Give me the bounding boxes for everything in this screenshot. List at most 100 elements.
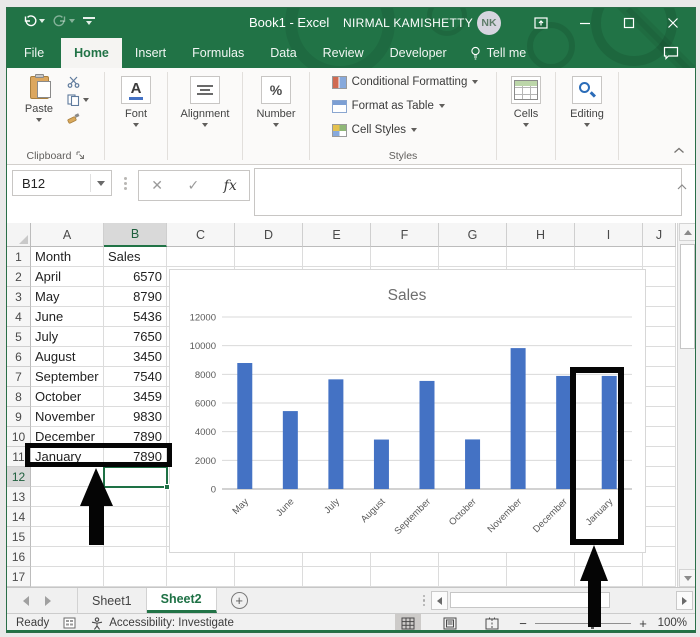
cell-B6[interactable]: 3450 [104, 347, 167, 367]
accessibility-checker-button[interactable]: Accessibility: Investigate [90, 616, 234, 630]
cell-A14[interactable] [31, 507, 104, 527]
cell-A16[interactable] [31, 547, 104, 567]
cell-J4[interactable] [643, 307, 676, 327]
column-header-J[interactable]: J [643, 223, 676, 247]
row-header-4[interactable]: 4 [7, 307, 31, 327]
row-header-9[interactable]: 9 [7, 407, 31, 427]
splitter-dots-icon[interactable] [422, 594, 425, 607]
cell-J13[interactable] [643, 487, 676, 507]
cut-button[interactable] [67, 76, 89, 88]
row-header-17[interactable]: 17 [7, 567, 31, 587]
copy-button[interactable] [67, 94, 89, 106]
cell-J15[interactable] [643, 527, 676, 547]
paste-button[interactable]: Paste [18, 73, 60, 147]
collapse-formula-bar-button[interactable] [677, 177, 687, 195]
ribbon-tab-data[interactable]: Data [257, 38, 309, 68]
cell-B13[interactable] [104, 487, 167, 507]
cell-A13[interactable] [31, 487, 104, 507]
dialog-launcher-icon[interactable] [76, 151, 85, 160]
cell-F1[interactable] [371, 247, 439, 267]
cell-J10[interactable] [643, 427, 676, 447]
cell-J5[interactable] [643, 327, 676, 347]
cell-J1[interactable] [643, 247, 676, 267]
undo-button[interactable] [21, 12, 47, 29]
ribbon-tab-formulas[interactable]: Formulas [179, 38, 257, 68]
cell-A4[interactable]: June [31, 307, 104, 327]
cell-A17[interactable] [31, 567, 104, 587]
cell-B9[interactable]: 9830 [104, 407, 167, 427]
font-group-button[interactable]: A Font [115, 73, 157, 147]
formula-input[interactable] [254, 168, 682, 216]
cell-B2[interactable]: 6570 [104, 267, 167, 287]
name-box-dropdown[interactable] [91, 180, 111, 186]
cell-D1[interactable] [235, 247, 303, 267]
cell-B3[interactable]: 8790 [104, 287, 167, 307]
ribbon-tab-review[interactable]: Review [310, 38, 377, 68]
column-header-G[interactable]: G [439, 223, 507, 247]
cell-C1[interactable] [167, 247, 235, 267]
sheet-tab-sheet1[interactable]: Sheet1 [77, 588, 147, 613]
cell-J14[interactable] [643, 507, 676, 527]
cell-I17[interactable] [575, 567, 643, 587]
row-header-15[interactable]: 15 [7, 527, 31, 547]
cell-B17[interactable] [104, 567, 167, 587]
cell-E17[interactable] [303, 567, 371, 587]
column-header-E[interactable]: E [303, 223, 371, 247]
cell-J7[interactable] [643, 367, 676, 387]
cell-B8[interactable]: 3459 [104, 387, 167, 407]
column-header-F[interactable]: F [371, 223, 439, 247]
cell-C17[interactable] [167, 567, 235, 587]
cell-A1[interactable]: Month [31, 247, 104, 267]
ribbon-tab-insert[interactable]: Insert [122, 38, 179, 68]
row-header-7[interactable]: 7 [7, 367, 31, 387]
cell-A3[interactable]: May [31, 287, 104, 307]
macro-record-button[interactable] [63, 617, 76, 629]
cell-J16[interactable] [643, 547, 676, 567]
row-header-12[interactable]: 12 [7, 467, 31, 487]
select-all-corner[interactable] [7, 223, 31, 247]
column-header-B[interactable]: B [104, 223, 167, 247]
cell-styles-button[interactable]: Cell Styles [328, 119, 479, 141]
zoom-in-button[interactable]: + [635, 616, 651, 631]
cell-A5[interactable]: July [31, 327, 104, 347]
cell-B4[interactable]: 5436 [104, 307, 167, 327]
vertical-scrollbar[interactable] [677, 223, 695, 587]
cancel-formula-button[interactable]: ✕ [151, 177, 163, 194]
column-header-C[interactable]: C [167, 223, 235, 247]
zoom-slider-thumb[interactable] [591, 617, 594, 629]
cell-B16[interactable] [104, 547, 167, 567]
column-header-H[interactable]: H [507, 223, 575, 247]
cell-A7[interactable]: September [31, 367, 104, 387]
column-header-I[interactable]: I [575, 223, 643, 247]
format-painter-button[interactable] [67, 112, 89, 124]
row-header-3[interactable]: 3 [7, 287, 31, 307]
cell-B15[interactable] [104, 527, 167, 547]
maximize-button[interactable] [607, 8, 651, 38]
cell-B5[interactable]: 7650 [104, 327, 167, 347]
cell-J11[interactable] [643, 447, 676, 467]
cell-J9[interactable] [643, 407, 676, 427]
insert-function-button[interactable]: fx [224, 178, 237, 194]
close-button[interactable] [651, 8, 695, 38]
zoom-slider[interactable] [535, 617, 631, 629]
row-header-5[interactable]: 5 [7, 327, 31, 347]
cell-H17[interactable] [507, 567, 575, 587]
number-group-button[interactable]: % Number [249, 73, 303, 147]
name-box[interactable]: B12 [12, 170, 112, 196]
cell-J6[interactable] [643, 347, 676, 367]
horizontal-scroll-track[interactable] [448, 591, 676, 610]
cell-G1[interactable] [439, 247, 507, 267]
ribbon-display-options-button[interactable] [519, 8, 563, 38]
customize-qat-button[interactable] [81, 15, 97, 27]
ribbon-tab-file[interactable]: File [7, 38, 61, 68]
cell-J2[interactable] [643, 267, 676, 287]
cell-J3[interactable] [643, 287, 676, 307]
editing-group-button[interactable]: Editing [561, 73, 613, 147]
cell-F17[interactable] [371, 567, 439, 587]
format-as-table-button[interactable]: Format as Table [328, 95, 479, 117]
column-header-D[interactable]: D [235, 223, 303, 247]
new-sheet-button[interactable]: + [230, 592, 248, 609]
fill-handle[interactable] [164, 484, 170, 490]
scroll-right-button[interactable] [676, 591, 693, 610]
cell-B1[interactable]: Sales [104, 247, 167, 267]
